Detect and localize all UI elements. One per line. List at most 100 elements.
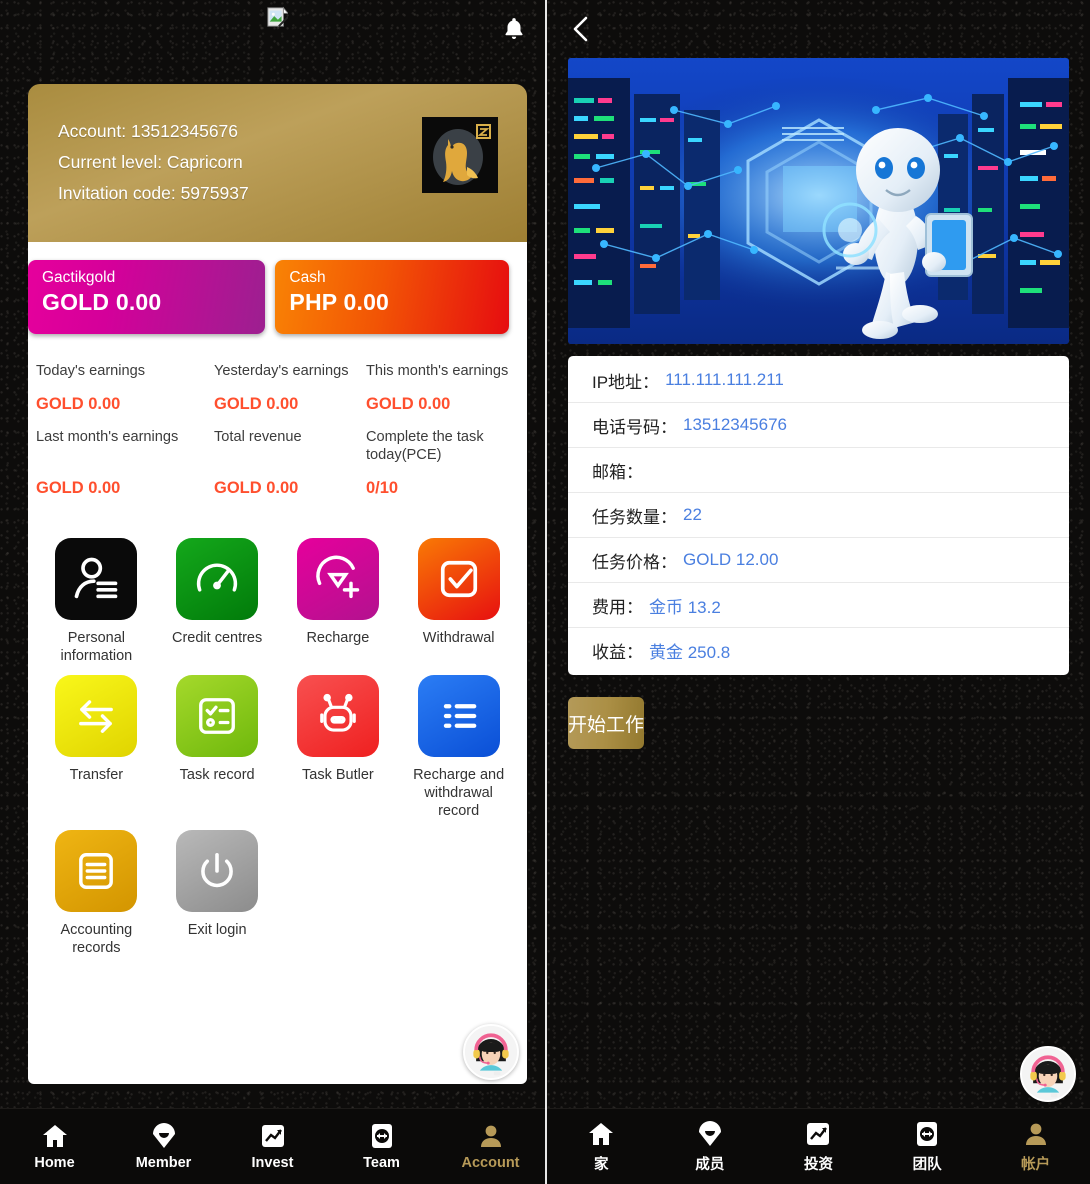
- earnings-title: Total revenue: [214, 429, 302, 445]
- left-top-bar: [0, 0, 545, 52]
- info-row-task-price: 任务价格： GOLD 12.00: [568, 538, 1069, 583]
- balance-cards: Gactikgold GOLD 0.00 Cash PHP 0.00: [28, 260, 527, 334]
- menu-item-exit-login[interactable]: Exit login: [157, 830, 278, 957]
- menu-item-label: Personal information: [60, 630, 133, 664]
- nav-tab-label: Invest: [251, 1155, 294, 1171]
- nav-tab-home[interactable]: 家: [547, 1120, 656, 1174]
- info-key: IP地址：: [592, 372, 660, 392]
- task-info-card: IP地址： 111.111.111.211 电话号码： 13512345676 …: [568, 356, 1069, 675]
- info-value: 黄金 250.8: [649, 643, 731, 662]
- earnings-value: GOLD 0.00: [36, 479, 121, 497]
- menu-item-label: Exit login: [187, 922, 247, 938]
- balance-label: Cash: [289, 269, 326, 286]
- menu-item-task-butler[interactable]: Task Butler: [278, 675, 399, 820]
- support-agent-avatar[interactable]: [463, 1024, 519, 1080]
- menu-item-label: Accounting records: [60, 922, 133, 956]
- nav-tab-account[interactable]: 帐户: [981, 1120, 1090, 1174]
- person-card-icon: [55, 538, 138, 620]
- info-row-fee: 费用： 金币 13.2: [568, 583, 1069, 628]
- balance-card-cash[interactable]: Cash PHP 0.00: [275, 260, 509, 334]
- menu-item-label: Recharge: [306, 630, 370, 646]
- right-top-bar: [547, 0, 1090, 58]
- menu-item-label: Transfer: [69, 767, 124, 783]
- info-row-phone: 电话号码： 13512345676: [568, 403, 1069, 448]
- user-icon: [477, 1122, 505, 1150]
- nav-tab-label: 投资: [803, 1156, 833, 1173]
- power-icon: [176, 830, 259, 912]
- menu-item-personal-information[interactable]: Personal information: [36, 538, 157, 665]
- earnings-title: This month's earnings: [366, 363, 509, 379]
- info-key: 费用：: [592, 597, 643, 617]
- balance-amount: PHP 0.00: [289, 289, 390, 315]
- nav-tab-label: 团队: [912, 1156, 942, 1173]
- ledger-icon: [55, 830, 138, 912]
- nav-tab-invest[interactable]: Invest: [218, 1122, 327, 1171]
- menu-item-task-record[interactable]: Task record: [157, 675, 278, 820]
- nav-tab-invest[interactable]: 投资: [764, 1120, 873, 1174]
- menu-item-transfer[interactable]: Transfer: [36, 675, 157, 820]
- nav-tab-label: Member: [135, 1155, 192, 1171]
- dual-phone-screenshot: Account: 13512345676 Current level: Capr…: [0, 0, 1090, 1184]
- menu-item-label: Withdrawal: [422, 630, 495, 646]
- earnings-title: Yesterday's earnings: [214, 363, 349, 379]
- balance-amount: GOLD 0.00: [42, 289, 162, 315]
- info-value: 金币 13.2: [649, 597, 721, 617]
- bell-icon[interactable]: [501, 16, 527, 42]
- menu-item-recharge-withdrawal-record[interactable]: Recharge and withdrawal record: [398, 675, 519, 820]
- earnings-value: GOLD 0.00: [366, 395, 451, 413]
- list-icon: [417, 675, 500, 757]
- nav-tab-team[interactable]: 团队: [873, 1120, 982, 1174]
- right-phone-panel: IP地址： 111.111.111.211 电话号码： 13512345676 …: [545, 0, 1090, 1184]
- menu-icon-grid: Personal information Credit centres Rech…: [28, 512, 527, 957]
- team-arrows-icon: [913, 1120, 941, 1148]
- robot-icon: [296, 675, 379, 757]
- home-icon: [41, 1122, 69, 1150]
- menu-item-accounting-records[interactable]: Accounting records: [36, 830, 157, 957]
- nav-tab-label: 帐户: [1021, 1156, 1051, 1173]
- back-chevron-icon[interactable]: [569, 14, 593, 44]
- info-key: 收益：: [592, 643, 643, 662]
- nav-tab-account[interactable]: Account: [436, 1122, 545, 1171]
- nav-tab-member[interactable]: 成员: [656, 1120, 765, 1174]
- start-work-button[interactable]: 开始工作: [568, 697, 645, 749]
- left-phone-panel: Account: 13512345676 Current level: Capr…: [0, 0, 545, 1184]
- nav-tab-label: Team: [363, 1155, 400, 1171]
- transfer-arrows-icon: [55, 675, 138, 757]
- menu-item-withdrawal[interactable]: Withdrawal: [398, 538, 519, 665]
- earnings-title: Today's earnings: [36, 363, 146, 379]
- nav-tab-home[interactable]: Home: [0, 1122, 109, 1171]
- ai-robot-banner: [568, 58, 1069, 344]
- menu-item-label: Task Butler: [302, 767, 374, 783]
- earnings-value: GOLD 0.00: [214, 395, 299, 413]
- info-row-ip: IP地址： 111.111.111.211: [568, 358, 1069, 403]
- nav-tab-label: Home: [34, 1155, 75, 1171]
- earnings-title: Complete the task today(PCE): [366, 429, 484, 463]
- balance-card-gactikgold[interactable]: Gactikgold GOLD 0.00: [28, 260, 266, 334]
- nav-tab-team[interactable]: Team: [327, 1122, 436, 1171]
- diamond-plus-icon: [296, 538, 379, 620]
- info-key: 任务数量：: [592, 507, 677, 527]
- nav-tab-label: 成员: [695, 1156, 725, 1173]
- earnings-value: GOLD 0.00: [36, 395, 121, 413]
- nav-tab-member[interactable]: Member: [109, 1122, 218, 1171]
- nav-tab-label: Account: [461, 1155, 520, 1171]
- info-key: 任务价格：: [592, 552, 677, 572]
- right-bottom-nav: 家 成员 投资 团队 帐户: [547, 1108, 1090, 1184]
- info-key: 邮箱：: [592, 462, 643, 482]
- menu-item-label: Task record: [179, 767, 255, 783]
- capricorn-icon: [422, 117, 498, 193]
- trend-chart-icon: [259, 1122, 287, 1150]
- support-agent-avatar[interactable]: [1020, 1046, 1076, 1102]
- info-value: 111.111.111.211: [665, 370, 784, 389]
- menu-item-credit-centres[interactable]: Credit centres: [157, 538, 278, 665]
- earnings-grid: Today's earnings Yesterday's earnings Th…: [28, 334, 527, 512]
- menu-item-recharge[interactable]: Recharge: [278, 538, 399, 665]
- info-row-earnings: 收益： 黄金 250.8: [568, 628, 1069, 673]
- info-row-task-count: 任务数量： 22: [568, 493, 1069, 538]
- info-value: GOLD 12.00: [683, 550, 779, 569]
- user-icon: [1022, 1120, 1050, 1148]
- info-row-email: 邮箱：: [568, 448, 1069, 493]
- info-value: 22: [683, 505, 702, 524]
- menu-item-label: Recharge and withdrawal record: [413, 767, 505, 819]
- team-arrows-icon: [368, 1122, 396, 1150]
